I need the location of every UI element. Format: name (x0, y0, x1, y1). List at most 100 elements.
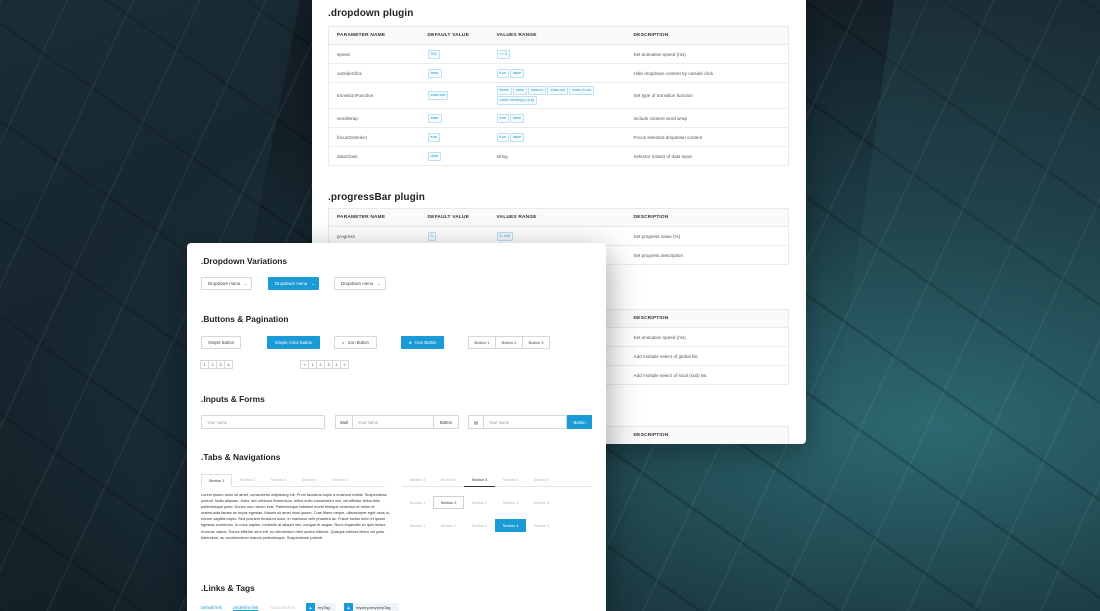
table-header: DESCRIPTION (625, 26, 789, 45)
table-header-row: PARAMETER NAME DEFAULT VALUE VALUES RANG… (328, 26, 789, 45)
description: Add multiple select of global list (625, 346, 789, 366)
mail-input[interactable]: Your name (352, 415, 434, 429)
range-tag: false (510, 113, 525, 123)
range-tag: true (496, 113, 510, 123)
tab-section-1[interactable]: Section 1 (402, 496, 433, 509)
dropdown-default[interactable]: Dropdown menu ⌄ (201, 277, 252, 290)
tag-icon: ▲ (306, 603, 315, 611)
description: Hide dropdown content by outside click (625, 63, 789, 83)
tabs-underline: Section 1 Section 2 Section 3 Section 4 Sect… (402, 474, 592, 487)
tag-chip[interactable]: ▲ myTag (306, 603, 336, 611)
tab-section-5[interactable]: Section 5 (526, 496, 557, 509)
tab-section-4[interactable]: Section 4 (495, 496, 526, 509)
tab-section-2[interactable]: Section 2 (433, 496, 464, 509)
values-range-cell: true false (488, 127, 626, 147)
description: Set type of transition function (625, 82, 789, 109)
dropdown-plugin-table: PARAMETER NAME DEFAULT VALUE VALUES RANG… (328, 26, 789, 166)
tabs-bordered: Section 1 Section 2 Section 3 Section 4 Sect… (201, 474, 385, 487)
tab-section-3[interactable]: Section 3 (464, 496, 495, 509)
values-range-cell: string (488, 146, 626, 166)
pagination-simple: 1234 (200, 360, 233, 369)
tab-section-4[interactable]: Section 4 (495, 519, 526, 532)
param-name: outsideClick (328, 63, 420, 83)
param-name: transitionFunction (328, 82, 420, 109)
table-row: wordWrap false true false Include content wo… (328, 108, 789, 128)
default-link[interactable]: Default link (201, 605, 222, 610)
range-tag: linear (496, 86, 512, 95)
default-value-cell: false (419, 108, 489, 128)
range-tag: true (496, 68, 510, 78)
pagination-arrows: «1 2 3 4» (300, 360, 349, 369)
inputs-forms-title: .Inputs & Forms (201, 394, 265, 404)
values-range-cell: true false (488, 108, 626, 128)
underline-link[interactable]: Underline link (233, 605, 258, 610)
param-name: focusOnSelect (328, 127, 420, 147)
range-tag: cubic-bezier(a,p,p,p) (496, 96, 538, 105)
tab-section-4[interactable]: Section 4 (294, 474, 325, 486)
icon-button[interactable]: ◐ Icon Button (334, 336, 377, 349)
table-header: VALUES RANGE (488, 208, 626, 227)
dropdown-label: Dropdown menu (208, 281, 241, 286)
icon-color-button[interactable]: ★ Icon Button (401, 336, 444, 349)
table-header: PARAMETER NAME (328, 208, 420, 227)
tag-chip[interactable]: ▲ myveryveryveryTag (344, 603, 399, 611)
tab-section-2[interactable]: Section 2 (433, 519, 464, 532)
description: Set animation speed (ms) (625, 44, 789, 64)
range-text: string (496, 153, 508, 159)
submit-button[interactable]: Button (567, 415, 592, 429)
page-button[interactable]: 4 (224, 360, 233, 369)
tab-section-3[interactable]: Section 3 (464, 519, 495, 532)
disabled-link: Disabled link (271, 605, 295, 610)
table-row: outsideClick false true false Hide dropdown … (328, 63, 789, 83)
range-tag: false (510, 132, 525, 142)
range-tag: 0..100 (496, 231, 514, 241)
button-group-item-1[interactable]: Button 1 (468, 336, 496, 349)
button-group-item-3[interactable]: Button 3 (522, 336, 550, 349)
tab-section-1[interactable]: Section 1 (402, 474, 433, 486)
mail-submit-button[interactable]: Button (433, 415, 459, 429)
default-value-tag: false (427, 113, 442, 123)
param-name: wordWrap (328, 108, 420, 128)
default-value-cell: false (419, 63, 489, 83)
tab-section-5[interactable]: Section 5 (526, 519, 557, 532)
range-tag: ease-in (528, 86, 547, 95)
tab-section-3[interactable]: Section 3 (263, 474, 294, 486)
description: Add multiple select of local (sub) list (625, 365, 789, 385)
table-header: DEFAULT VALUE (419, 208, 489, 227)
simple-color-button[interactable]: Simple Color Button (267, 336, 320, 349)
name-input[interactable]: Your name (201, 415, 325, 429)
calendar-icon: ▤ (468, 415, 484, 429)
dropdown-primary[interactable]: Dropdown menu ⌄ (268, 277, 319, 290)
range-tag: >= 0 (496, 49, 511, 59)
date-input[interactable]: Your name (483, 415, 567, 429)
chevron-down-icon: ⌄ (311, 281, 315, 286)
tab-section-5[interactable]: Section 5 (526, 474, 557, 486)
button-group-item-2[interactable]: Button 2 (495, 336, 523, 349)
button-label: Icon Button (347, 340, 369, 345)
values-range-cell: true false (488, 63, 626, 83)
tab-section-2[interactable]: Section 2 (433, 474, 464, 486)
tab-section-4[interactable]: Section 4 (495, 474, 526, 486)
range-tag: true (496, 132, 510, 142)
default-value-tag: true (427, 132, 441, 142)
table-row: focusOnSelect true true false Focus selected… (328, 127, 789, 147)
description: Selector (class) of data input (625, 146, 789, 166)
default-value-cell: data (419, 146, 489, 166)
range-tag: ease (512, 86, 528, 95)
tab-section-1[interactable]: Section 1 (402, 519, 433, 532)
simple-button[interactable]: Simple Button (201, 336, 241, 349)
values-range-cell: linear ease ease-in ease-out ease-in-out cubi… (488, 82, 626, 109)
chevron-down-icon: ⌄ (377, 281, 381, 286)
dropdown-outline[interactable]: Dropdown menu ⌄ (334, 277, 386, 290)
default-value-tag: data (427, 151, 441, 161)
default-value-cell: ease-out (419, 82, 489, 109)
tab-section-1[interactable]: Section 1 (201, 474, 232, 487)
default-value-tag: ease-out (427, 91, 449, 100)
next-page-button[interactable]: » (340, 360, 349, 369)
mail-addon-label: Mail (335, 415, 353, 429)
tab-section-3[interactable]: Section 3 (464, 474, 495, 487)
tab-section-2[interactable]: Section 2 (232, 474, 263, 486)
tab-section-5[interactable]: Section 5 (325, 474, 356, 486)
table-header: PARAMETER NAME (328, 26, 420, 45)
button-group: Button 1 Button 2 Button 3 (468, 336, 550, 349)
